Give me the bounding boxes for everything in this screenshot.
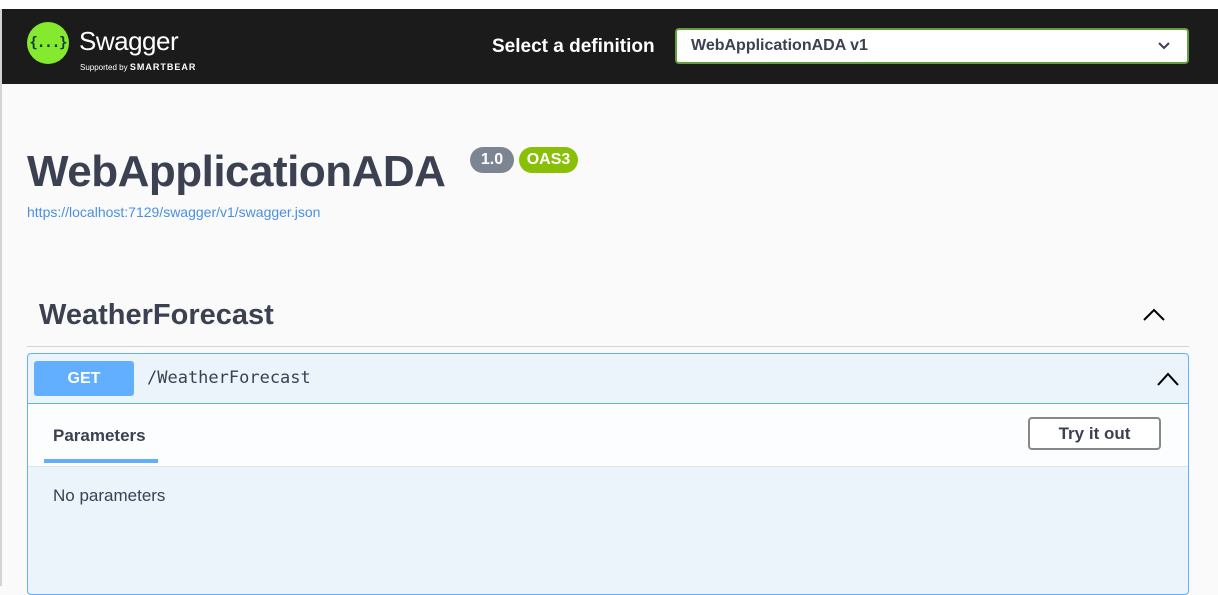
logo-name: Swagger — [79, 26, 179, 56]
api-title: WebApplicationADA — [27, 147, 446, 196]
swagger-logo[interactable]: {...} Swagger Supported by SMARTBEAR — [27, 22, 207, 72]
definition-selected-value: WebApplicationADA v1 — [691, 37, 868, 54]
logo-subtitle: Supported by SMARTBEAR — [80, 62, 196, 72]
chevron-up-icon[interactable] — [1141, 305, 1167, 325]
definition-label: Select a definition — [492, 36, 655, 57]
topbar: {...} Swagger Supported by SMARTBEAR Sel… — [2, 9, 1218, 84]
version-badge: 1.0 — [470, 147, 514, 173]
method-badge: GET — [34, 361, 134, 396]
oas-badge: OAS3 — [519, 147, 578, 173]
swagger-logo-icon: {...} — [27, 22, 69, 64]
try-it-out-button[interactable]: Try it out — [1028, 417, 1161, 450]
definition-select[interactable]: WebApplicationADA v1 — [675, 28, 1189, 64]
left-edge — [0, 9, 2, 586]
operation-path: /WeatherForecast — [147, 368, 311, 388]
logo-sub-prefix: Supported by — [80, 63, 128, 72]
parameters-section-header: Parameters Try it out — [28, 404, 1188, 467]
tab-parameters[interactable]: Parameters — [53, 426, 146, 446]
top-strip — [0, 0, 1218, 9]
tag-section-header[interactable]: WeatherForecast — [27, 291, 1189, 347]
logo-glyph: {...} — [29, 35, 67, 51]
tab-active-indicator — [44, 459, 158, 463]
chevron-down-icon — [1158, 42, 1170, 50]
logo-sub-brand: SMARTBEAR — [129, 62, 197, 72]
operation-block: GET /WeatherForecast Parameters Try it o… — [27, 353, 1189, 595]
no-parameters-text: No parameters — [53, 486, 166, 505]
operation-summary[interactable]: GET /WeatherForecast — [28, 354, 1188, 404]
spec-url-link[interactable]: https://localhost:7129/swagger/v1/swagge… — [27, 204, 320, 220]
collapse-arrow-icon[interactable] — [1156, 370, 1180, 388]
tag-title: WeatherForecast — [39, 299, 274, 331]
